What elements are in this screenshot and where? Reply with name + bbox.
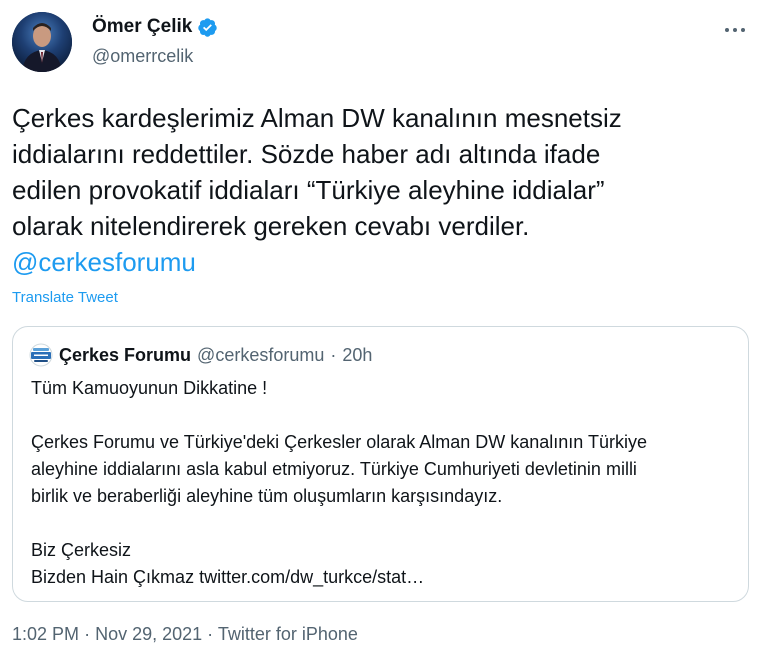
quoted-author-avatar[interactable] xyxy=(29,343,53,367)
tweet-metadata: 1:02 PM · Nov 29, 2021 · Twitter for iPh… xyxy=(12,624,358,645)
author-name-row: Ömer Çelik xyxy=(92,16,218,38)
quoted-text-spacer xyxy=(31,510,731,537)
quoted-text-spacer xyxy=(31,402,731,429)
quoted-author-handle[interactable]: @cerkesforumu xyxy=(197,345,324,366)
more-options-icon[interactable] xyxy=(723,22,747,38)
meta-separator-dot: · xyxy=(84,624,91,644)
quoted-separator-dot: · xyxy=(330,344,337,365)
quoted-text-line: aleyhine iddialarını asla kabul etmiyoru… xyxy=(31,459,637,479)
meta-separator-dot: · xyxy=(207,624,214,644)
profile-photo-icon xyxy=(12,12,72,72)
quoted-tweet-header: Çerkes Forumu @cerkesforumu · 20h xyxy=(29,343,372,367)
quoted-tweet-card[interactable]: Çerkes Forumu @cerkesforumu · 20h Tüm Ka… xyxy=(12,326,749,602)
cerkes-forumu-logo-icon xyxy=(29,343,53,367)
author-avatar[interactable] xyxy=(12,12,72,72)
quoted-text-line: birlik ve beraberliği aleyhine tüm oluşu… xyxy=(31,486,503,506)
quoted-tweet-text: Tüm Kamuoyunun Dikkatine ! Çerkes Forumu… xyxy=(31,375,731,591)
quoted-text-line: Bizden Hain Çıkmaz twitter.com/dw_turkce… xyxy=(31,567,425,587)
quoted-text-line: Tüm Kamuoyunun Dikkatine ! xyxy=(31,378,268,398)
tweet-text-line: olarak nitelendirerek gereken cevabı ver… xyxy=(12,211,530,241)
tweet-text-line: edilen provokatif iddiaları “Türkiye ale… xyxy=(12,175,605,205)
translate-tweet-link[interactable]: Translate Tweet xyxy=(12,289,118,306)
quoted-text-line: Biz Çerkesiz xyxy=(31,540,132,560)
tweet-text-line: iddialarını reddettiler. Sözde haber adı… xyxy=(12,139,601,169)
mention-link[interactable]: @cerkesforumu xyxy=(12,244,196,280)
tweet: Ömer Çelik @omerrcelik Çerkes kardeşleri… xyxy=(0,0,761,655)
tweet-text-line: Çerkes kardeşlerimiz Alman DW kanalının … xyxy=(12,103,622,133)
quoted-author-name[interactable]: Çerkes Forumu xyxy=(59,345,191,366)
tweet-text: Çerkes kardeşlerimiz Alman DW kanalının … xyxy=(12,100,747,280)
quoted-tweet-time[interactable]: 20h xyxy=(342,345,372,366)
tweet-time[interactable]: 1:02 PM xyxy=(12,624,79,644)
author-display-name[interactable]: Ömer Çelik xyxy=(92,16,192,38)
verified-badge-icon xyxy=(198,17,218,37)
tweet-source[interactable]: Twitter for iPhone xyxy=(218,624,358,644)
quoted-text-line: Çerkes Forumu ve Türkiye'deki Çerkesler … xyxy=(31,432,647,452)
author-handle[interactable]: @omerrcelik xyxy=(92,46,193,67)
tweet-date[interactable]: Nov 29, 2021 xyxy=(95,624,202,644)
